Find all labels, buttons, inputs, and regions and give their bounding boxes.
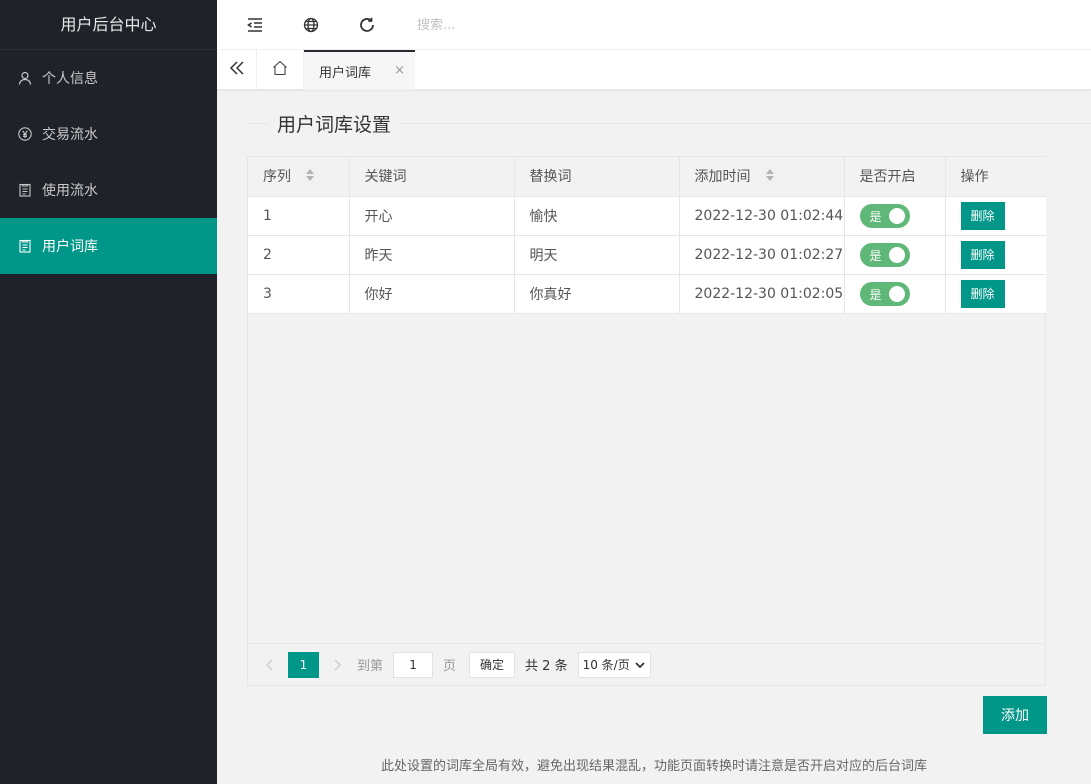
cell-keyword: 昨天 xyxy=(349,235,515,275)
sidebar-item-label: 用户词库 xyxy=(42,239,98,255)
sidebar-item-label: 使用流水 xyxy=(42,183,98,199)
cell-index: 1 xyxy=(248,196,350,236)
globe-icon[interactable] xyxy=(299,13,323,37)
cell-enabled: 是 xyxy=(844,235,946,275)
cell-action: 删除 xyxy=(945,235,1046,275)
tab-bar: 用户词库 × xyxy=(217,50,1091,90)
toggle-knob xyxy=(888,285,905,302)
column-header-added-time[interactable]: 添加时间 xyxy=(679,157,845,197)
goto-confirm-button[interactable]: 确定 xyxy=(469,651,516,678)
cell-action: 删除 xyxy=(945,274,1046,314)
delete-button[interactable]: 删除 xyxy=(960,201,1005,230)
enabled-toggle[interactable]: 是 xyxy=(859,242,910,267)
cell-enabled: 是 xyxy=(844,196,946,236)
add-button[interactable]: 添加 xyxy=(983,696,1047,734)
top-header xyxy=(217,0,1091,50)
sidebar-item-user-dictionary[interactable]: 用户词库 xyxy=(0,218,217,274)
chevron-down-icon xyxy=(635,661,645,668)
goto-page-input[interactable] xyxy=(393,651,434,678)
column-header-index[interactable]: 序列 xyxy=(248,157,350,197)
search-input[interactable] xyxy=(417,10,667,40)
cell-replacement: 愉快 xyxy=(514,196,680,236)
dictionary-table: 序列 关键词 替换词 添加时间 是否开启 操作 1 开心 愉快 2022-12-… xyxy=(247,156,1046,686)
total-count: 共 2 条 xyxy=(525,659,568,674)
cell-added-time: 2022-12-30 01:02:44 xyxy=(679,196,845,236)
enabled-toggle[interactable]: 是 xyxy=(859,203,910,228)
app-title: 用户后台中心 xyxy=(0,0,217,50)
cell-enabled: 是 xyxy=(844,274,946,314)
toggle-label: 是 xyxy=(869,287,882,302)
table-row: 1 开心 愉快 2022-12-30 01:02:44 是 删除 xyxy=(248,196,1046,236)
chevron-right-icon xyxy=(334,659,341,670)
double-chevron-left-icon xyxy=(229,60,245,80)
chevron-left-icon xyxy=(266,659,273,670)
current-page-button[interactable]: 1 xyxy=(288,651,319,678)
sidebar-item-transactions[interactable]: 交易流水 xyxy=(0,106,217,162)
enabled-toggle[interactable]: 是 xyxy=(859,281,910,306)
next-page-button[interactable] xyxy=(327,655,347,675)
tabs-scroll-left-button[interactable] xyxy=(217,50,257,90)
document-icon xyxy=(18,239,32,253)
cell-keyword: 你好 xyxy=(349,274,515,314)
yen-icon xyxy=(18,127,32,141)
delete-button[interactable]: 删除 xyxy=(960,240,1005,269)
cell-action: 删除 xyxy=(945,196,1046,236)
table-row: 2 昨天 明天 2022-12-30 01:02:27 是 删除 xyxy=(248,235,1046,275)
cell-index: 2 xyxy=(248,235,350,275)
cell-replacement: 明天 xyxy=(514,235,680,275)
table-header-row: 序列 关键词 替换词 添加时间 是否开启 操作 xyxy=(248,157,1046,197)
prev-page-button[interactable] xyxy=(260,655,280,675)
refresh-icon[interactable] xyxy=(355,13,379,37)
cell-added-time: 2022-12-30 01:02:05 xyxy=(679,274,845,314)
page-title: 用户词库设置 xyxy=(268,110,401,137)
footer-note: 此处设置的词库全局有效，避免出现结果混乱，功能页面转换时请注意是否开启对应的后台… xyxy=(380,759,927,774)
document-icon xyxy=(18,183,32,197)
column-header-action: 操作 xyxy=(945,157,1046,197)
column-header-enabled: 是否开启 xyxy=(844,157,946,197)
table-row: 3 你好 你真好 2022-12-30 01:02:05 是 删除 xyxy=(248,274,1046,314)
close-icon[interactable]: × xyxy=(394,63,405,78)
sidebar-item-label: 个人信息 xyxy=(42,71,98,87)
collapse-menu-icon[interactable] xyxy=(243,13,267,37)
toggle-label: 是 xyxy=(869,248,882,263)
pagination: 1 到第 页 确定 共 2 条 10 条/页 xyxy=(248,643,1045,685)
sidebar-item-usage[interactable]: 使用流水 xyxy=(0,162,217,218)
page-unit-label: 页 xyxy=(443,659,457,674)
toggle-label: 是 xyxy=(869,209,882,224)
cell-replacement: 你真好 xyxy=(514,274,680,314)
cell-added-time: 2022-12-30 01:02:27 xyxy=(679,235,845,275)
cell-keyword: 开心 xyxy=(349,196,515,236)
toggle-knob xyxy=(888,246,905,263)
sidebar-item-label: 交易流水 xyxy=(42,127,98,143)
home-icon xyxy=(272,60,288,80)
column-header-replacement: 替换词 xyxy=(514,157,680,197)
page-size-select[interactable]: 10 条/页 xyxy=(577,651,651,678)
sidebar: 用户后台中心 个人信息 交易流水 使用流水 用户词库 xyxy=(0,0,217,784)
tab-label: 用户词库 xyxy=(319,65,372,81)
sidebar-item-profile[interactable]: 个人信息 xyxy=(0,50,217,106)
sort-icon[interactable] xyxy=(305,168,315,186)
page-size-value: 10 条/页 xyxy=(582,658,630,672)
tab-home[interactable] xyxy=(257,50,304,90)
sort-icon[interactable] xyxy=(765,168,775,186)
toggle-knob xyxy=(888,207,905,224)
goto-label: 到第 xyxy=(357,659,384,674)
column-header-keyword: 关键词 xyxy=(349,157,515,197)
tab-user-dictionary[interactable]: 用户词库 × xyxy=(304,50,415,90)
delete-button[interactable]: 删除 xyxy=(960,279,1005,308)
user-icon xyxy=(18,71,32,85)
cell-index: 3 xyxy=(248,274,350,314)
